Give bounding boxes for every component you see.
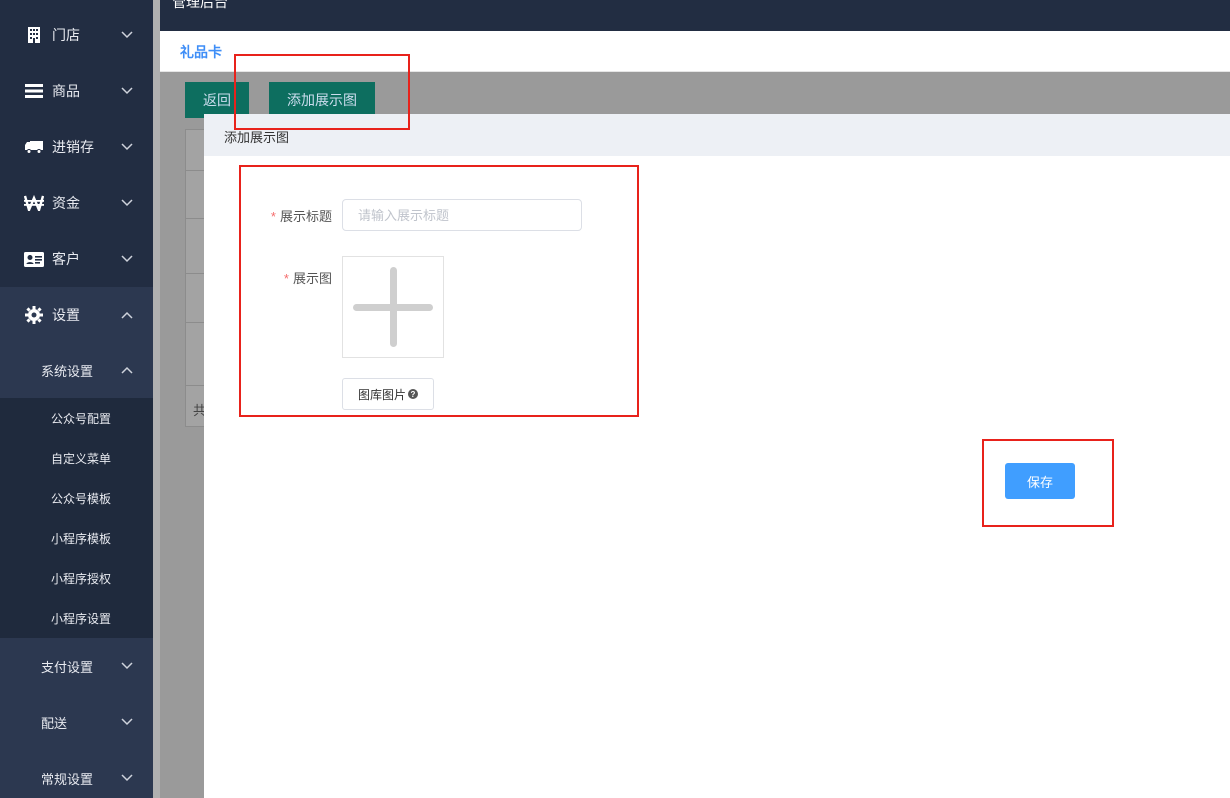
sidebar-item-inventory[interactable]: 进销存 bbox=[0, 119, 153, 175]
sidebar-item-general-settings[interactable]: 常规设置 bbox=[0, 750, 153, 798]
sidebar-item-funds[interactable]: 资金 bbox=[0, 175, 153, 231]
sidebar-item-label: 门店 bbox=[52, 27, 80, 43]
sidebar-item-label: 公众号模板 bbox=[51, 491, 112, 506]
sidebar-item-label: 设置 bbox=[52, 307, 80, 323]
annotation-box-add-button bbox=[234, 54, 410, 130]
top-header: 管理后台 bbox=[160, 0, 1230, 31]
chevron-up-icon bbox=[121, 366, 133, 374]
sidebar-item-custom-menu[interactable]: 自定义菜单 bbox=[0, 438, 153, 478]
sidebar-item-payment-settings[interactable]: 支付设置 bbox=[0, 638, 153, 694]
chevron-down-icon bbox=[121, 199, 133, 207]
sidebar-item-goods[interactable]: 商品 bbox=[0, 63, 153, 119]
sidebar-item-store[interactable]: 门店 bbox=[0, 7, 153, 63]
building-icon bbox=[24, 25, 44, 45]
chevron-down-icon bbox=[121, 718, 133, 726]
sidebar-item-label: 自定义菜单 bbox=[51, 451, 112, 466]
sidebar-item-settings[interactable]: 设置 bbox=[0, 287, 153, 343]
list-icon bbox=[24, 81, 44, 101]
annotation-box-form bbox=[239, 165, 639, 417]
sidebar-item-official-account-config[interactable]: 公众号配置 bbox=[0, 398, 153, 438]
sidebar-item-label: 商品 bbox=[52, 83, 80, 99]
sidebar-item-label: 公众号配置 bbox=[51, 411, 112, 426]
sidebar-item-mini-program-auth[interactable]: 小程序授权 bbox=[0, 558, 153, 598]
sidebar-item-label: 常规设置 bbox=[41, 771, 94, 787]
chevron-down-icon bbox=[121, 143, 133, 151]
gear-icon bbox=[24, 305, 44, 325]
sidebar-item-label: 系统设置 bbox=[41, 363, 94, 379]
truck-icon bbox=[24, 137, 44, 157]
sidebar-item-label: 进销存 bbox=[52, 139, 94, 155]
won-icon bbox=[24, 193, 44, 213]
sidebar-item-label: 支付设置 bbox=[41, 659, 94, 675]
sidebar-item-delivery[interactable]: 配送 bbox=[0, 694, 153, 750]
sidebar-item-label: 小程序设置 bbox=[51, 611, 112, 626]
sidebar-item-label: 资金 bbox=[52, 195, 80, 211]
id-card-icon bbox=[24, 249, 44, 269]
chevron-down-icon bbox=[121, 87, 133, 95]
chevron-down-icon bbox=[121, 255, 133, 263]
sidebar: 门店 商品 进销存 资金 客户 设置 系统设置 公众号配置 自定义菜单 公众号模… bbox=[0, 0, 153, 798]
sidebar-item-label: 小程序授权 bbox=[51, 571, 112, 586]
sidebar-item-label: 小程序模板 bbox=[51, 531, 112, 546]
breadcrumb[interactable]: 礼品卡 bbox=[180, 42, 222, 62]
sidebar-item-mini-program-template[interactable]: 小程序模板 bbox=[0, 518, 153, 558]
sidebar-item-official-account-template[interactable]: 公众号模板 bbox=[0, 478, 153, 518]
app-title: 管理后台 bbox=[172, 0, 228, 10]
chevron-up-icon bbox=[121, 311, 133, 319]
annotation-box-save bbox=[982, 439, 1114, 527]
chevron-down-icon bbox=[121, 662, 133, 670]
chevron-down-icon bbox=[121, 774, 133, 782]
sidebar-item-mini-program-settings[interactable]: 小程序设置 bbox=[0, 598, 153, 638]
sidebar-item-system-settings[interactable]: 系统设置 bbox=[0, 342, 153, 398]
sidebar-item-label: 客户 bbox=[52, 251, 80, 267]
sidebar-item-label: 配送 bbox=[41, 715, 68, 731]
chevron-down-icon bbox=[121, 31, 133, 39]
sidebar-item-customer[interactable]: 客户 bbox=[0, 231, 153, 287]
